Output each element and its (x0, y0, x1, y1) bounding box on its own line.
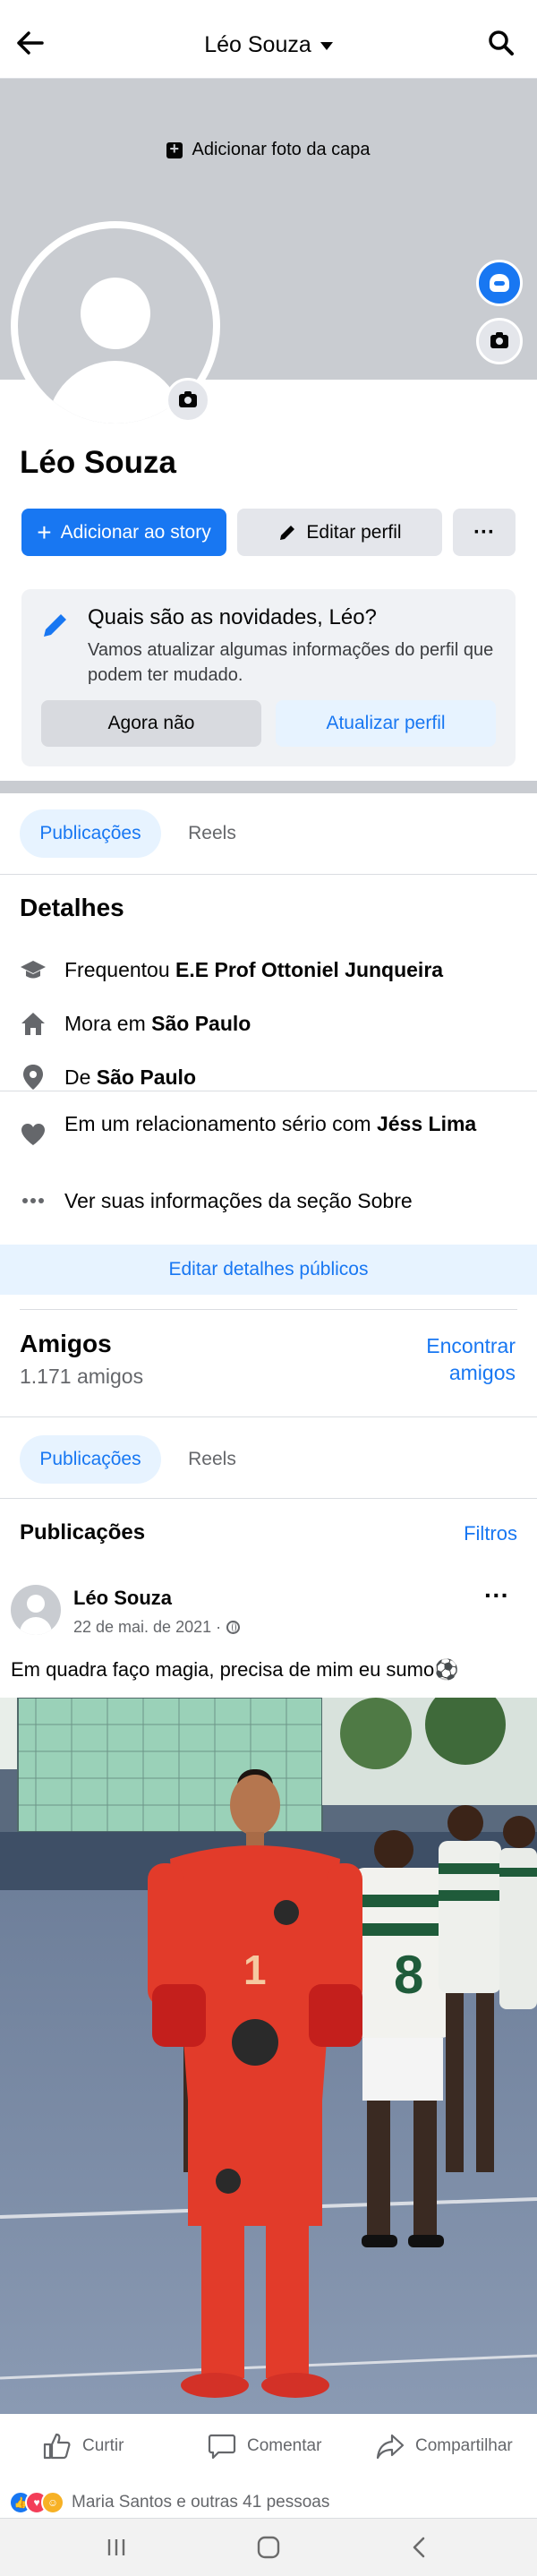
detail-value: Jéss Lima (376, 1112, 477, 1135)
top-bar: Léo Souza (0, 0, 537, 79)
detail-row-lives-in: Mora em São Paulo (20, 1010, 521, 1037)
profile-name: Léo Souza (20, 445, 177, 480)
detail-text: Frequentou (64, 957, 176, 981)
thumbs-up-icon (43, 2433, 71, 2460)
like-button[interactable]: Curtir (43, 2418, 124, 2475)
share-button[interactable]: Compartilhar (376, 2418, 513, 2475)
camera-icon (490, 331, 508, 348)
more-dots-icon (20, 1187, 47, 1214)
more-options-button[interactable]: ··· (453, 509, 516, 556)
tab-posts[interactable]: Publicações (20, 1435, 161, 1484)
section-divider (0, 781, 537, 793)
divider (0, 874, 537, 875)
system-back-icon[interactable] (383, 2519, 455, 2576)
filters-link[interactable]: Filtros (456, 1522, 517, 1545)
comment-bubble-icon (208, 2434, 236, 2460)
reactions-text: Maria Santos e outras 41 pessoas (72, 2493, 330, 2512)
divider (0, 1416, 537, 1417)
tab-reels[interactable]: Reels (174, 1435, 251, 1484)
detail-value: São Paulo (96, 1065, 196, 1089)
graduation-cap-icon (20, 956, 47, 983)
camera-icon (179, 390, 197, 407)
share-label: Compartilhar (415, 2436, 513, 2455)
add-cover-label: Adicionar foto da capa (192, 140, 371, 159)
haha-reaction-icon: ☺ (41, 2491, 64, 2514)
post-text: Em quadra faço magia, precisa de mim eu … (11, 1658, 459, 1681)
friends-title: Amigos (20, 1330, 112, 1357)
heart-icon (20, 1121, 47, 1148)
caret-down-icon (320, 41, 333, 50)
avatar-face-icon (490, 274, 509, 292)
divider (0, 1498, 537, 1499)
detail-text: Mora em (64, 1011, 152, 1035)
like-label: Curtir (82, 2436, 124, 2455)
detail-value: São Paulo (151, 1011, 251, 1035)
add-to-story-label: Adicionar ao story (60, 521, 211, 543)
divider (20, 1309, 517, 1310)
post-photo[interactable]: 8 1 (0, 1698, 537, 2414)
profile-switcher[interactable]: Léo Souza (0, 27, 537, 63)
recent-apps-icon[interactable] (81, 2519, 152, 2576)
detail-row-relationship: Em um relacionamento sério com Jéss Lima (20, 1110, 521, 1148)
system-navigation-bar (0, 2518, 537, 2576)
share-arrow-icon (376, 2434, 405, 2460)
svg-text:1: 1 (243, 1947, 267, 1993)
tab-posts[interactable]: Publicações (20, 809, 161, 858)
plus-icon: + (37, 518, 52, 546)
location-pin-icon (20, 1064, 47, 1091)
pencil-icon (280, 525, 295, 540)
home-icon (20, 1010, 47, 1037)
tab-reels[interactable]: Reels (174, 809, 251, 858)
post-author-avatar[interactable] (11, 1585, 61, 1635)
post-reactions[interactable]: 👍 ♥ ☺ Maria Santos e outras 41 pessoas (9, 2491, 329, 2514)
svg-text:8: 8 (394, 1945, 423, 2005)
update-subtitle: Vamos atualizar algumas informações do p… (88, 640, 494, 685)
not-now-button[interactable]: Agora não (41, 700, 261, 747)
add-photo-icon (166, 140, 183, 158)
edit-profile-label: Editar perfil (306, 521, 402, 543)
edit-public-details-button[interactable]: Editar detalhes públicos (0, 1245, 537, 1295)
comment-button[interactable]: Comentar (208, 2418, 321, 2475)
edit-profile-button[interactable]: Editar perfil (237, 509, 442, 556)
top-bar-title: Léo Souza (204, 32, 311, 57)
cover-camera-button[interactable] (476, 318, 523, 364)
avatar-camera-button[interactable] (166, 378, 210, 423)
details-title: Detalhes (20, 894, 124, 921)
see-about-info-link[interactable]: Ver suas informações da seção Sobre (20, 1187, 521, 1214)
post-more-options-button[interactable]: ··· (474, 1583, 519, 1608)
add-cover-photo-button[interactable]: Adicionar foto da capa (0, 140, 537, 160)
profile-update-card: Quais são as novidades, Léo? Vamos atual… (21, 589, 516, 766)
post-date-text: 22 de mai. de 2021 · (73, 1618, 222, 1636)
publications-title: Publicações (20, 1520, 146, 1545)
post-author-name[interactable]: Léo Souza (73, 1587, 172, 1610)
pencil-icon (44, 614, 66, 637)
globe-icon (226, 1621, 241, 1634)
add-to-story-button[interactable]: + Adicionar ao story (21, 509, 226, 556)
futsal-photo-illustration: 8 1 (0, 1698, 537, 2414)
update-profile-button[interactable]: Atualizar perfil (276, 700, 496, 747)
update-question: Quais são as novidades, Léo? (88, 605, 377, 629)
post-actions: Curtir Comentar Compartilhar (0, 2418, 537, 2475)
home-button-icon[interactable] (233, 2519, 304, 2576)
detail-text: Em um relacionamento sério com (64, 1112, 377, 1135)
detail-text: De (64, 1065, 97, 1089)
find-friends-link[interactable]: Encontrar amigos (394, 1332, 516, 1386)
detail-row-education: Frequentou E.E Prof Ottoniel Junqueira (20, 956, 521, 983)
avatar-creator-button[interactable] (476, 260, 523, 306)
search-icon[interactable] (482, 25, 521, 61)
more-options-label: ··· (473, 519, 495, 544)
comment-label: Comentar (247, 2436, 322, 2455)
detail-row-from: De São Paulo (20, 1064, 521, 1091)
detail-text: Ver suas informações da seção Sobre (64, 1188, 413, 1212)
detail-value: E.E Prof Ottoniel Junqueira (175, 957, 444, 981)
post-date: 22 de mai. de 2021 · (73, 1618, 241, 1637)
friends-count: 1.171 amigos (20, 1365, 144, 1388)
